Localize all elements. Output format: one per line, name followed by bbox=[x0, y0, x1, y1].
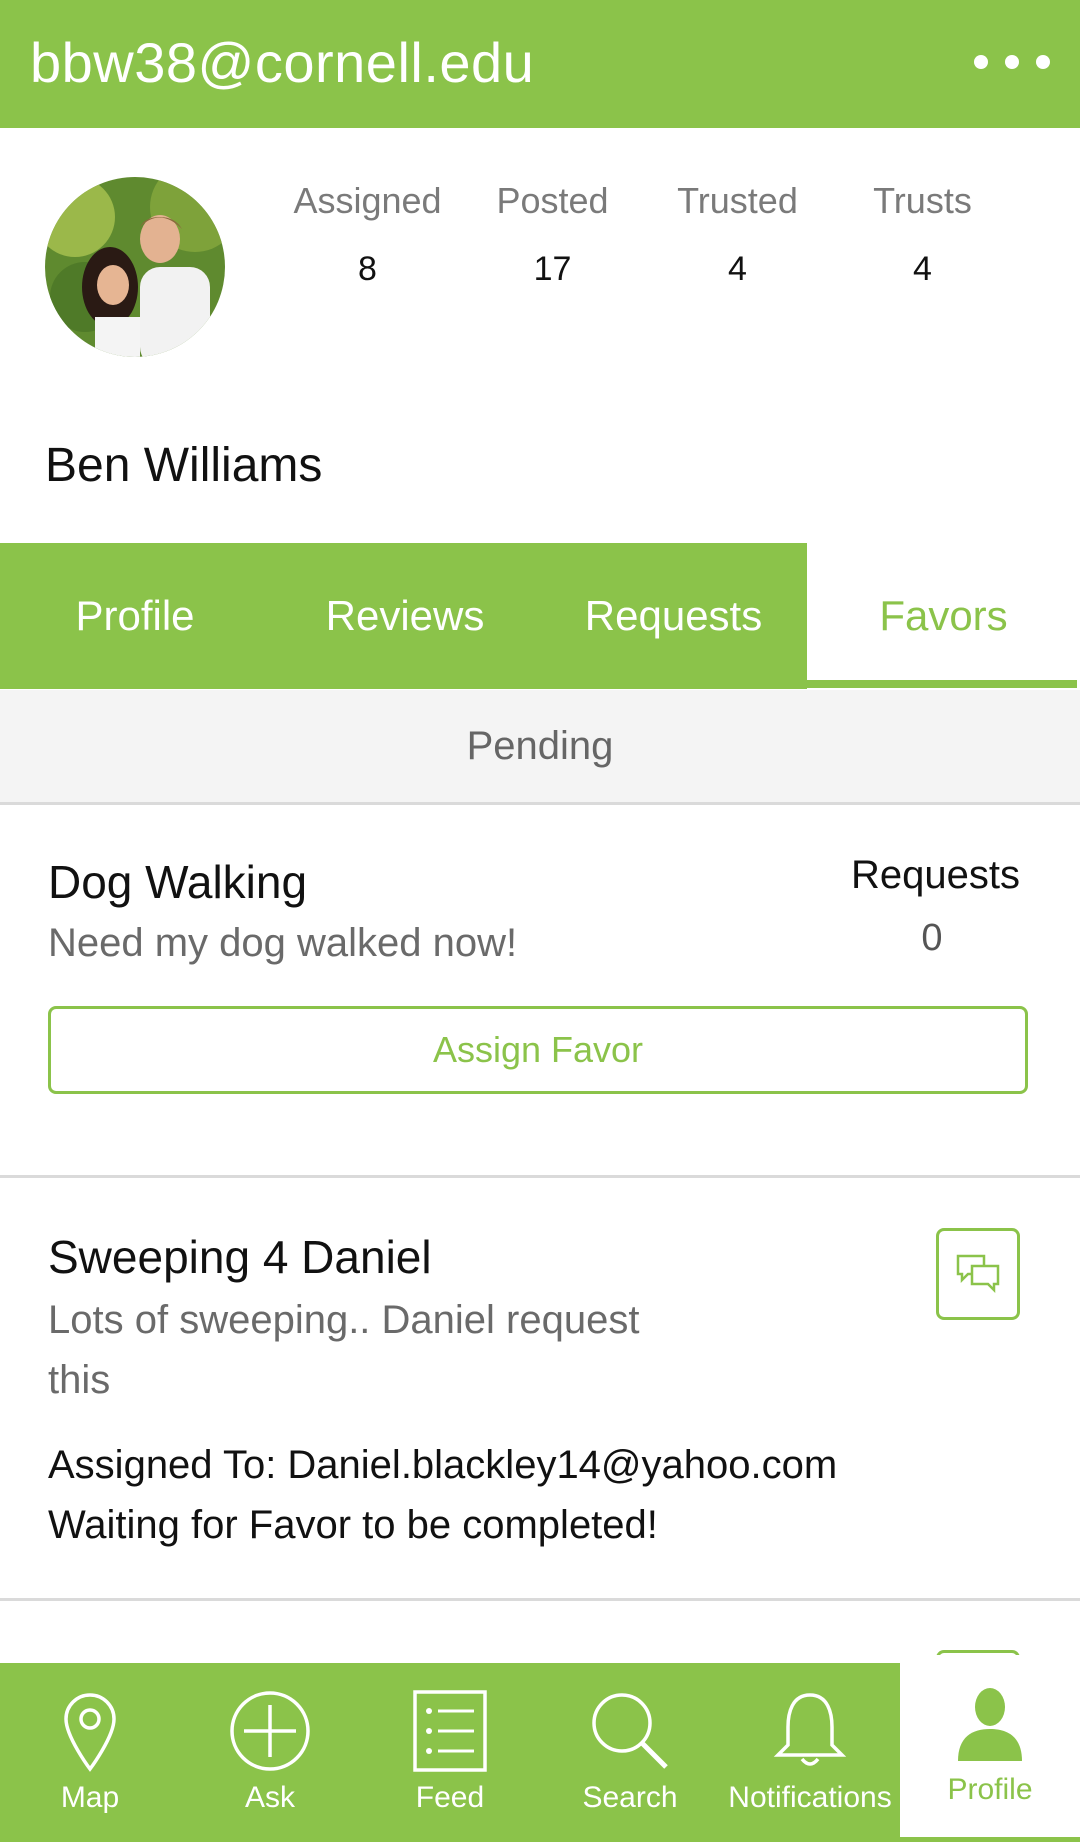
favor-card: Sweeping 4 Daniel Lots of sweeping.. Dan… bbox=[0, 1178, 1080, 1601]
favor-description: Lots of sweeping.. Daniel request bbox=[48, 1298, 640, 1342]
chat-bubbles-icon bbox=[956, 1254, 1000, 1294]
list-icon bbox=[413, 1690, 487, 1772]
nav-label: Notifications bbox=[728, 1781, 892, 1814]
tab-requests[interactable]: Requests bbox=[540, 543, 807, 689]
stat-value: 4 bbox=[728, 250, 747, 288]
nav-label: Feed bbox=[415, 1781, 485, 1814]
stat-trusted[interactable]: Trusted 4 bbox=[645, 180, 830, 300]
tab-profile[interactable]: Profile bbox=[0, 543, 270, 689]
favor-title: Dog Walking bbox=[48, 856, 308, 908]
assign-favor-button[interactable]: Assign Favor bbox=[48, 1006, 1028, 1094]
stat-value: 4 bbox=[913, 250, 932, 288]
map-pin-icon bbox=[64, 1693, 116, 1772]
search-icon bbox=[592, 1693, 668, 1769]
stat-label: Posted bbox=[496, 180, 609, 221]
favor-description-cont: this bbox=[48, 1358, 111, 1402]
assigned-to-text: Assigned To: Daniel.blackley14@yahoo.com bbox=[48, 1443, 838, 1487]
dot bbox=[974, 55, 988, 69]
profile-stats: Assigned 8 Posted 17 Trusted 4 Trusts 4 bbox=[275, 180, 1015, 300]
nav-search[interactable]: Search bbox=[540, 1663, 720, 1842]
requests-count: 0 bbox=[921, 917, 943, 959]
person-icon bbox=[958, 1688, 1022, 1761]
profile-tabs: Profile Reviews Requests Favors bbox=[0, 543, 1080, 689]
nav-label: Profile bbox=[947, 1773, 1033, 1806]
nav-ask[interactable]: Ask bbox=[180, 1663, 360, 1842]
app-header: bbw38@cornell.edu bbox=[0, 0, 1080, 128]
tab-favors[interactable]: Favors bbox=[807, 543, 1080, 689]
nav-map[interactable]: Map bbox=[0, 1663, 180, 1842]
stat-trusts[interactable]: Trusts 4 bbox=[830, 180, 1015, 300]
stat-label: Trusts bbox=[873, 180, 972, 221]
stat-value: 17 bbox=[533, 250, 572, 288]
nav-label: Ask bbox=[244, 1781, 295, 1814]
avatar[interactable] bbox=[45, 177, 225, 357]
requests-label: Requests bbox=[851, 853, 1020, 897]
stat-assigned[interactable]: Assigned 8 bbox=[275, 180, 460, 300]
plus-circle-icon bbox=[230, 1691, 310, 1771]
stat-label: Assigned bbox=[293, 180, 442, 221]
nav-profile[interactable]: Profile bbox=[900, 1655, 1080, 1837]
section-header: Pending bbox=[0, 690, 1080, 805]
bottom-navigation: Map Ask Feed Search Notifications Profil… bbox=[0, 1655, 1080, 1842]
stat-value: 8 bbox=[358, 250, 377, 288]
chat-button[interactable] bbox=[936, 1228, 1020, 1320]
favor-title: Sweeping 4 Daniel bbox=[48, 1231, 432, 1283]
tab-reviews[interactable]: Reviews bbox=[270, 543, 540, 689]
stat-posted[interactable]: Posted 17 bbox=[460, 180, 645, 300]
dot bbox=[1005, 55, 1019, 69]
bell-icon bbox=[773, 1693, 847, 1766]
more-dots-icon[interactable] bbox=[974, 38, 1050, 86]
stat-label: Trusted bbox=[677, 180, 798, 221]
header-title: bbw38@cornell.edu bbox=[30, 31, 535, 94]
dot bbox=[1036, 55, 1050, 69]
nav-notifications[interactable]: Notifications bbox=[720, 1663, 900, 1842]
favor-description: Need my dog walked now! bbox=[48, 921, 518, 965]
active-tab-indicator bbox=[807, 680, 1077, 688]
favor-status-text: Waiting for Favor to be completed! bbox=[48, 1503, 658, 1547]
nav-feed[interactable]: Feed bbox=[360, 1663, 540, 1842]
nav-label: Map bbox=[60, 1781, 120, 1814]
nav-label: Search bbox=[582, 1781, 678, 1814]
profile-name: Ben Williams bbox=[45, 439, 323, 492]
